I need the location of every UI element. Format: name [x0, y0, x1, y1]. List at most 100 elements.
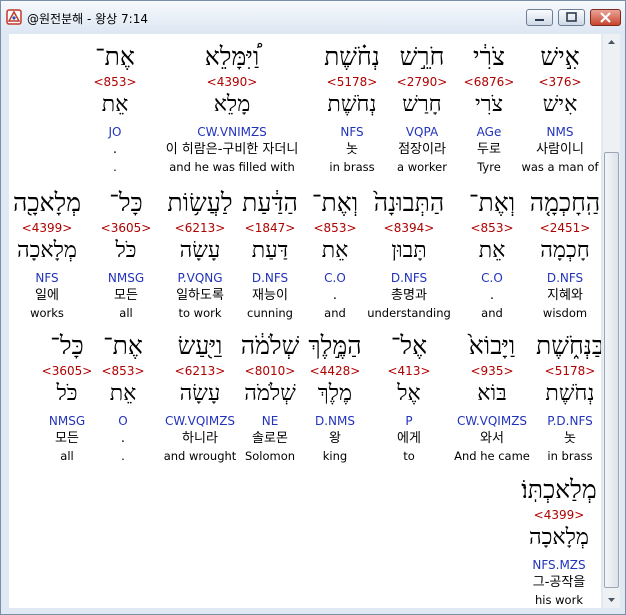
word-english: to work — [178, 306, 222, 320]
word-lemma: נְחֹשֶׁת — [327, 92, 377, 117]
word-lemma: מְלָאכָה — [529, 525, 589, 550]
word-lemma: כֹּל — [115, 238, 137, 263]
word-lemma: מָלֵא — [213, 92, 251, 117]
word-hebrew: וְאֶת־ — [311, 188, 359, 217]
word-parsing: NE — [261, 414, 279, 428]
word-lemma: שְׁלֹמֹה — [244, 381, 296, 406]
word-parsing: P — [405, 414, 413, 428]
word-korean: . — [489, 288, 495, 303]
close-icon — [600, 12, 611, 23]
word-english: . — [121, 449, 125, 463]
word-english: cunning — [247, 306, 293, 320]
word-lemma: אֵת — [109, 381, 137, 406]
word-lemma: דַּעַת — [251, 238, 289, 263]
word-korean: 에게 — [397, 431, 421, 446]
word-english: and — [481, 306, 503, 320]
word-lemma: אֶל — [397, 381, 421, 406]
word-english: wisdom — [542, 306, 588, 320]
word-parsing: D.NFS — [390, 271, 428, 285]
word-strong: <4390> — [206, 75, 258, 89]
word-lemma: תָּבוּן — [391, 238, 427, 263]
word-strong: <853> — [101, 364, 145, 378]
word-parsing: P.D.NFS — [547, 414, 593, 428]
word-lemma: עָשָׂה — [179, 238, 221, 263]
maximize-icon — [566, 12, 577, 22]
word-strong: <4399> — [533, 508, 585, 522]
word-hebrew: צֹרִ֔י — [473, 42, 505, 71]
word-english: in brass — [547, 449, 593, 463]
word-english: was a man of — [521, 160, 599, 174]
word-english: And he came — [454, 449, 530, 463]
vertical-scrollbar[interactable] — [603, 34, 620, 608]
word-lemma: מְלָאכָה — [17, 238, 77, 263]
word-lemma: כֹּל — [56, 381, 78, 406]
word-lemma: חָרַשׁ — [402, 92, 442, 117]
word-strong: <5178> — [326, 75, 378, 89]
word-strong: <4399> — [21, 221, 73, 235]
word-parsing: CW.VQIMZS — [456, 414, 528, 428]
word-strong: <1847> — [244, 221, 296, 235]
word-lemma: אֵת — [101, 92, 129, 117]
word-hebrew: הַתְּבוּנָה֙ — [373, 188, 445, 217]
close-button[interactable] — [590, 9, 621, 26]
word-parsing: D.NMS — [314, 414, 356, 428]
word-lemma: נְחֹשֶׁת — [545, 381, 595, 406]
word-parsing: CW.VQIMZS — [164, 414, 236, 428]
word-strong: <853> — [93, 75, 137, 89]
word-korean: 놋 — [564, 431, 576, 446]
word-korean: 두로 — [477, 142, 501, 157]
word-korean: 와서 — [480, 431, 504, 446]
word-english: his work — [535, 593, 583, 607]
word-hebrew: מְלַאכְתּֽוֹ׃ — [521, 475, 597, 504]
scroll-down-button[interactable] — [603, 591, 620, 608]
word-hebrew: אִ֣ישׁ — [540, 42, 580, 71]
word-korean: . — [120, 431, 126, 446]
minimize-icon — [535, 19, 544, 21]
word-lemma: אִישׁ — [542, 92, 578, 117]
word-strong: <935> — [470, 364, 514, 378]
word-hebrew: שְׁלֹמֹ֔ה — [240, 331, 300, 360]
word-korean: 모든 — [55, 431, 79, 446]
word-english: Tyre — [477, 160, 501, 174]
word-hebrew: הַמֶּ֣לֶךְ — [308, 331, 362, 360]
word-strong: <3605> — [100, 221, 152, 235]
maximize-button[interactable] — [558, 9, 585, 26]
word-korean: 점장이라 — [398, 142, 446, 157]
word-parsing: NFS.MZS — [532, 558, 586, 572]
word-lemma: מֶלֶךְ — [317, 381, 353, 406]
word-korean: 왕 — [329, 431, 341, 446]
word-parsing: D.NFS — [546, 271, 584, 285]
word-korean: . — [332, 288, 338, 303]
word-parsing: C.O — [481, 271, 503, 285]
word-hebrew: בַּנְּחֹ֑שֶׁת — [536, 331, 601, 360]
word-parsing: NMSG — [48, 414, 86, 428]
word-parsing: JO — [108, 125, 122, 139]
word-strong: <2451> — [539, 221, 591, 235]
word-strong: <853> — [313, 221, 357, 235]
scroll-thumb[interactable] — [604, 152, 619, 588]
word-korean: 총명과 — [391, 288, 427, 303]
word-lemma: בּוֹא — [477, 381, 507, 406]
word-parsing: NFS — [340, 125, 364, 139]
word-hebrew: וַיַּ֖עַשׂ — [177, 331, 223, 360]
word-english: all — [60, 449, 74, 463]
word-strong: <6213> — [174, 221, 226, 235]
word-parsing: AGe — [476, 125, 502, 139]
word-lemma: עָשָׂה — [179, 381, 221, 406]
word-korean: 사람이니 — [536, 142, 584, 157]
title-bar[interactable]: @원전분해 - 왕상 7:14 — [1, 1, 625, 33]
interlinear-content: אִ֣ישׁ <376> אִישׁ NMS 사람이니 was a man of צֹרִ֔… — [9, 34, 601, 608]
word-strong: <5178> — [544, 364, 596, 378]
word-parsing: C.O — [324, 271, 346, 285]
word-hebrew: אֶת־ — [95, 42, 135, 71]
word-parsing: CW.VNIMZS — [197, 125, 267, 139]
word-strong: <3605> — [41, 364, 93, 378]
minimize-button[interactable] — [526, 9, 553, 26]
scroll-up-button[interactable] — [603, 34, 620, 51]
word-korean: 하니라 — [182, 431, 218, 446]
word-hebrew: אֶת־ — [103, 331, 143, 360]
word-korean: . — [112, 142, 118, 157]
word-lemma: אֵת — [478, 238, 506, 263]
word-parsing: NMS — [546, 125, 574, 139]
word-korean: 지혜와 — [547, 288, 583, 303]
